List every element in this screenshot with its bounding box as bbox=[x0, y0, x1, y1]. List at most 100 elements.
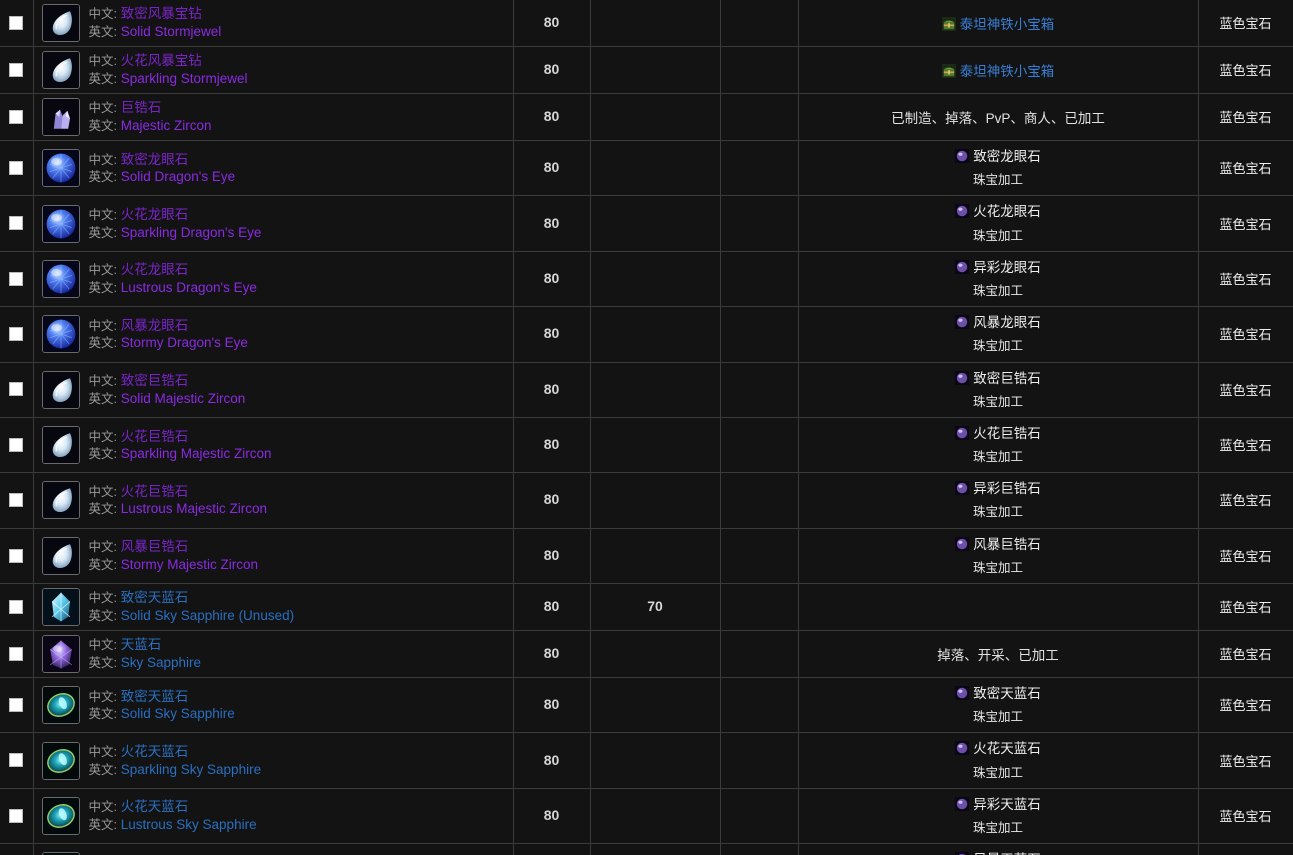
item-name-cn[interactable]: 风暴龙眼石 bbox=[121, 318, 189, 333]
source-recipe[interactable]: 风暴龙眼石 珠宝加工 bbox=[799, 307, 1198, 361]
item-name-cn[interactable]: 火花巨锆石 bbox=[121, 429, 189, 444]
source-recipe-name[interactable]: 风暴龙眼石 bbox=[973, 315, 1041, 330]
item-cell[interactable]: 中文: 风暴天蓝石英文: Stormy Sky Sapphire bbox=[33, 843, 514, 855]
table-row[interactable]: 中文: 致密风暴宝钻 英文: Solid Stormjewel 80 泰坦神铁小宝箱 蓝… bbox=[0, 0, 1293, 47]
item-name-en[interactable]: Stormy Majestic Zircon bbox=[121, 557, 258, 572]
checkbox-icon[interactable] bbox=[9, 62, 24, 77]
source-recipe[interactable]: 异彩天蓝石 珠宝加工 bbox=[799, 789, 1198, 843]
source-recipe-name[interactable]: 火花龙眼石 bbox=[973, 204, 1041, 219]
item-cell[interactable]: 中文: 火花风暴宝钻 英文: Sparkling Stormjewel bbox=[33, 46, 514, 94]
item-name-en[interactable]: Solid Sky Sapphire (Unused) bbox=[121, 608, 294, 623]
row-checkbox-cell[interactable] bbox=[0, 528, 34, 585]
row-checkbox-cell[interactable] bbox=[0, 140, 34, 197]
source-cell[interactable]: 火花龙眼石 珠宝加工 bbox=[798, 195, 1199, 252]
item-cell[interactable]: 中文: 火花巨锆石 英文: Lustrous Majestic Zircon bbox=[33, 472, 514, 529]
checkbox-icon[interactable] bbox=[9, 327, 24, 342]
row-checkbox-cell[interactable] bbox=[0, 630, 34, 678]
item-name-cn[interactable]: 风暴巨锆石 bbox=[121, 539, 189, 554]
item-cell[interactable]: 中文: 火花天蓝石 英文: Lustrous Sky Sapphire bbox=[33, 788, 514, 845]
table-row[interactable]: 中文: 巨锆石 英文: Majestic Zircon 80 已制造、掉落、PvP、商… bbox=[0, 93, 1293, 141]
table-row[interactable]: 中文: 天蓝石 英文: Sky Sapphire 80 掉落、开采、已加工 蓝色宝石 bbox=[0, 630, 1293, 678]
item-cell[interactable]: 中文: 致密风暴宝钻 英文: Solid Stormjewel bbox=[33, 0, 514, 47]
checkbox-icon[interactable] bbox=[9, 109, 24, 124]
item-cell[interactable]: 中文: 风暴巨锆石 英文: Stormy Majestic Zircon bbox=[33, 528, 514, 585]
item-name-cn[interactable]: 致密风暴宝钻 bbox=[121, 6, 202, 21]
source-recipe[interactable]: 火花巨锆石 珠宝加工 bbox=[799, 418, 1198, 472]
table-row[interactable]: 中文: 火花巨锆石 英文: Lustrous Majestic Zircon 80 异… bbox=[0, 472, 1293, 529]
table-row[interactable]: 中文: 火花天蓝石 英文: Sparkling Sky Sapphire 80 火花天… bbox=[0, 732, 1293, 789]
checkbox-icon[interactable] bbox=[9, 548, 24, 563]
item-cell[interactable]: 中文: 火花龙眼石 英文: Sparkling Dragon's Eye bbox=[33, 195, 514, 252]
source-cell[interactable]: 火花巨锆石 珠宝加工 bbox=[798, 417, 1199, 474]
source-recipe-name[interactable]: 异彩天蓝石 bbox=[973, 797, 1041, 812]
item-name-cn[interactable]: 致密龙眼石 bbox=[121, 152, 189, 167]
row-checkbox-cell[interactable] bbox=[0, 677, 34, 734]
item-name-en[interactable]: Solid Sky Sapphire bbox=[121, 706, 235, 721]
item-name-en[interactable]: Lustrous Sky Sapphire bbox=[121, 817, 257, 832]
source-cell[interactable]: 异彩巨锆石 珠宝加工 bbox=[798, 472, 1199, 529]
item-name-cn[interactable]: 火花天蓝石 bbox=[121, 744, 189, 759]
item-name-en[interactable]: Stormy Dragon's Eye bbox=[121, 335, 248, 350]
source-recipe[interactable]: 火花龙眼石 珠宝加工 bbox=[799, 196, 1198, 250]
source-recipe-name[interactable]: 风暴巨锆石 bbox=[973, 537, 1041, 552]
table-row[interactable]: 中文: 致密天蓝石 英文: Solid Sky Sapphire (Unused)… bbox=[0, 583, 1293, 631]
item-name-cn[interactable]: 火花风暴宝钻 bbox=[121, 53, 202, 68]
item-name-en[interactable]: Solid Stormjewel bbox=[121, 24, 222, 39]
row-checkbox-cell[interactable] bbox=[0, 0, 34, 47]
source-recipe-name[interactable]: 致密天蓝石 bbox=[973, 686, 1041, 701]
item-cell[interactable]: 中文: 致密天蓝石 英文: Solid Sky Sapphire (Unused) bbox=[33, 583, 514, 631]
source-recipe-name[interactable]: 火花巨锆石 bbox=[973, 426, 1041, 441]
item-name-en[interactable]: Sparkling Dragon's Eye bbox=[121, 225, 262, 240]
table-row[interactable]: 中文: 致密龙眼石 英文: Solid Dragon's Eye 80 致密龙眼石 珠宝… bbox=[0, 140, 1293, 197]
source-cell[interactable]: 掉落、开采、已加工 bbox=[798, 630, 1199, 678]
source-recipe-name[interactable]: 致密龙眼石 bbox=[973, 149, 1041, 164]
source-recipe[interactable]: 风暴巨锆石 珠宝加工 bbox=[799, 529, 1198, 583]
source-recipe-name[interactable]: 异彩巨锆石 bbox=[973, 481, 1041, 496]
table-row[interactable]: 中文: 火花风暴宝钻 英文: Sparkling Stormjewel 80 泰坦神铁… bbox=[0, 46, 1293, 94]
checkbox-icon[interactable] bbox=[9, 382, 24, 397]
source-cell[interactable]: 风暴巨锆石 珠宝加工 bbox=[798, 528, 1199, 585]
item-cell[interactable]: 中文: 火花天蓝石 英文: Sparkling Sky Sapphire bbox=[33, 732, 514, 789]
source-link[interactable]: 泰坦神铁小宝箱 bbox=[960, 64, 1055, 79]
item-name-cn[interactable]: 致密天蓝石 bbox=[121, 590, 189, 605]
table-row[interactable]: 中文: 火花巨锆石 英文: Sparkling Majestic Zircon 80… bbox=[0, 417, 1293, 474]
item-cell[interactable]: 中文: 火花龙眼石 英文: Lustrous Dragon's Eye bbox=[33, 251, 514, 308]
source-recipe[interactable]: 致密巨锆石 珠宝加工 bbox=[799, 363, 1198, 417]
source-recipe[interactable]: 异彩龙眼石 珠宝加工 bbox=[799, 252, 1198, 306]
item-cell[interactable]: 中文: 致密巨锆石 英文: Solid Majestic Zircon bbox=[33, 362, 514, 418]
source-cell[interactable]: 风暴龙眼石 珠宝加工 bbox=[798, 306, 1199, 363]
table-row[interactable]: 中文: 火花天蓝石 英文: Lustrous Sky Sapphire 80 异彩天蓝… bbox=[0, 788, 1293, 845]
table-row[interactable]: 中文: 风暴天蓝石英文: Stormy Sky Sapphire80 风暴天蓝石珠… bbox=[0, 843, 1293, 855]
source-recipe[interactable]: 火花天蓝石 珠宝加工 bbox=[799, 733, 1198, 787]
source-recipe[interactable]: 异彩巨锆石 珠宝加工 bbox=[799, 473, 1198, 527]
item-name-cn[interactable]: 火花龙眼石 bbox=[121, 207, 189, 222]
source-cell[interactable]: 已制造、掉落、PvP、商人、已加工 bbox=[798, 93, 1199, 141]
item-name-cn[interactable]: 火花龙眼石 bbox=[121, 262, 189, 277]
item-name-en[interactable]: Sparkling Majestic Zircon bbox=[121, 446, 272, 461]
item-name-cn[interactable]: 天蓝石 bbox=[121, 637, 162, 652]
item-name-cn[interactable]: 火花天蓝石 bbox=[121, 799, 189, 814]
source-cell[interactable]: 风暴天蓝石珠宝加工 bbox=[798, 843, 1199, 855]
source-link[interactable]: 泰坦神铁小宝箱 bbox=[960, 17, 1055, 32]
item-name-en[interactable]: Lustrous Majestic Zircon bbox=[121, 501, 267, 516]
source-cell[interactable]: 泰坦神铁小宝箱 bbox=[798, 0, 1199, 47]
source-recipe-name[interactable]: 致密巨锆石 bbox=[973, 371, 1041, 386]
row-checkbox-cell[interactable] bbox=[0, 93, 34, 141]
item-name-cn[interactable]: 火花巨锆石 bbox=[121, 484, 189, 499]
item-name-en[interactable]: Sky Sapphire bbox=[121, 655, 201, 670]
item-cell[interactable]: 中文: 天蓝石 英文: Sky Sapphire bbox=[33, 630, 514, 678]
table-row[interactable]: 中文: 风暴巨锆石 英文: Stormy Majestic Zircon 80 风暴巨… bbox=[0, 528, 1293, 585]
source-cell[interactable]: 泰坦神铁小宝箱 bbox=[798, 46, 1199, 94]
source-cell[interactable]: 异彩龙眼石 珠宝加工 bbox=[798, 251, 1199, 308]
item-cell[interactable]: 中文: 致密天蓝石 英文: Solid Sky Sapphire bbox=[33, 677, 514, 734]
source-recipe[interactable]: 致密天蓝石 珠宝加工 bbox=[799, 678, 1198, 732]
item-cell[interactable]: 中文: 致密龙眼石 英文: Solid Dragon's Eye bbox=[33, 140, 514, 197]
row-checkbox-cell[interactable] bbox=[0, 583, 34, 631]
item-name-en[interactable]: Majestic Zircon bbox=[121, 118, 212, 133]
item-name-cn[interactable]: 致密巨锆石 bbox=[121, 373, 189, 388]
row-checkbox-cell[interactable] bbox=[0, 843, 34, 855]
row-checkbox-cell[interactable] bbox=[0, 46, 34, 94]
item-cell[interactable]: 中文: 风暴龙眼石 英文: Stormy Dragon's Eye bbox=[33, 306, 514, 363]
checkbox-icon[interactable] bbox=[9, 599, 24, 614]
source-cell[interactable]: 致密天蓝石 珠宝加工 bbox=[798, 677, 1199, 734]
